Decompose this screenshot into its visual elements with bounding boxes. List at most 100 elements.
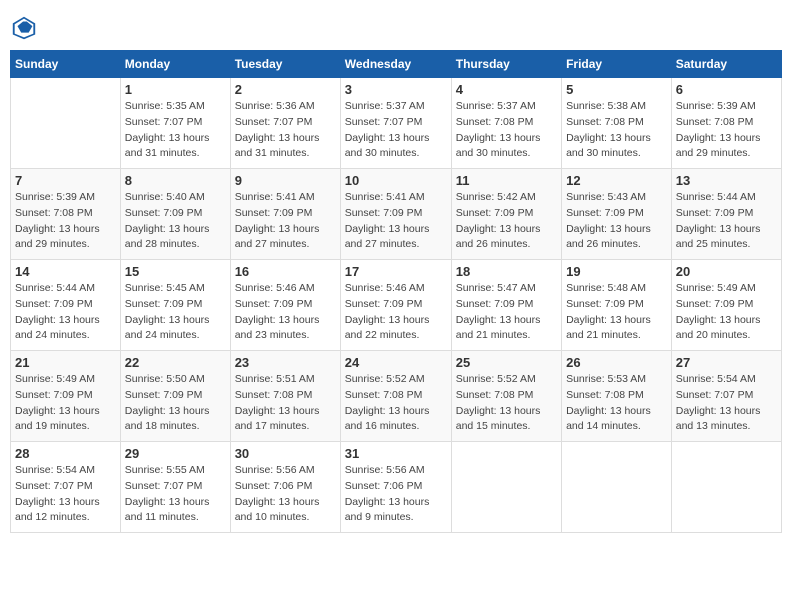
cell-info: Sunrise: 5:56 AMSunset: 7:06 PMDaylight:… (345, 463, 447, 526)
week-row-1: 1 Sunrise: 5:35 AMSunset: 7:07 PMDaylight… (11, 78, 782, 169)
day-number: 27 (676, 355, 777, 370)
cell-info: Sunrise: 5:44 AMSunset: 7:09 PMDaylight:… (15, 281, 116, 344)
cell-info: Sunrise: 5:49 AMSunset: 7:09 PMDaylight:… (15, 372, 116, 435)
day-cell (11, 78, 121, 169)
page-header (10, 10, 782, 42)
cell-info: Sunrise: 5:46 AMSunset: 7:09 PMDaylight:… (235, 281, 336, 344)
cell-info: Sunrise: 5:46 AMSunset: 7:09 PMDaylight:… (345, 281, 447, 344)
day-number: 10 (345, 173, 447, 188)
cell-info: Sunrise: 5:42 AMSunset: 7:09 PMDaylight:… (456, 190, 557, 253)
day-cell: 24 Sunrise: 5:52 AMSunset: 7:08 PMDayligh… (340, 351, 451, 442)
header-row: SundayMondayTuesdayWednesdayThursdayFrid… (11, 51, 782, 78)
day-number: 7 (15, 173, 116, 188)
cell-info: Sunrise: 5:50 AMSunset: 7:09 PMDaylight:… (125, 372, 226, 435)
week-row-2: 7 Sunrise: 5:39 AMSunset: 7:08 PMDaylight… (11, 169, 782, 260)
day-number: 2 (235, 82, 336, 97)
day-number: 14 (15, 264, 116, 279)
day-cell (562, 442, 672, 533)
day-cell: 3Sunrise: 5:37 AMSunset: 7:07 PMDaylight… (340, 78, 451, 169)
day-cell: 12 Sunrise: 5:43 AMSunset: 7:09 PMDayligh… (562, 169, 672, 260)
cell-info: Sunrise: 5:55 AMSunset: 7:07 PMDaylight:… (125, 463, 226, 526)
day-cell (671, 442, 781, 533)
cell-info: Sunrise: 5:44 AMSunset: 7:09 PMDaylight:… (676, 190, 777, 253)
day-number: 23 (235, 355, 336, 370)
day-number: 24 (345, 355, 447, 370)
day-number: 1 (125, 82, 226, 97)
day-cell: 20Sunrise: 5:49 AMSunset: 7:09 PMDayligh… (671, 260, 781, 351)
day-cell: 22 Sunrise: 5:50 AMSunset: 7:09 PMDayligh… (120, 351, 230, 442)
day-cell: 7 Sunrise: 5:39 AMSunset: 7:08 PMDaylight… (11, 169, 121, 260)
cell-info: Sunrise: 5:41 AMSunset: 7:09 PMDaylight:… (235, 190, 336, 253)
day-number: 6 (676, 82, 777, 97)
day-cell: 28Sunrise: 5:54 AMSunset: 7:07 PMDayligh… (11, 442, 121, 533)
day-number: 12 (566, 173, 667, 188)
col-header-thursday: Thursday (451, 51, 561, 78)
day-number: 5 (566, 82, 667, 97)
day-cell: 21Sunrise: 5:49 AMSunset: 7:09 PMDayligh… (11, 351, 121, 442)
day-cell: 16 Sunrise: 5:46 AMSunset: 7:09 PMDayligh… (230, 260, 340, 351)
cell-info: Sunrise: 5:43 AMSunset: 7:09 PMDaylight:… (566, 190, 667, 253)
day-number: 15 (125, 264, 226, 279)
day-cell: 9 Sunrise: 5:41 AMSunset: 7:09 PMDaylight… (230, 169, 340, 260)
day-cell: 14 Sunrise: 5:44 AMSunset: 7:09 PMDayligh… (11, 260, 121, 351)
day-number: 4 (456, 82, 557, 97)
day-number: 26 (566, 355, 667, 370)
day-cell: 6 Sunrise: 5:39 AMSunset: 7:08 PMDaylight… (671, 78, 781, 169)
logo (10, 14, 40, 42)
day-number: 9 (235, 173, 336, 188)
day-cell: 17 Sunrise: 5:46 AMSunset: 7:09 PMDayligh… (340, 260, 451, 351)
day-cell: 2 Sunrise: 5:36 AMSunset: 7:07 PMDaylight… (230, 78, 340, 169)
day-number: 16 (235, 264, 336, 279)
day-number: 30 (235, 446, 336, 461)
cell-info: Sunrise: 5:51 AMSunset: 7:08 PMDaylight:… (235, 372, 336, 435)
col-header-wednesday: Wednesday (340, 51, 451, 78)
cell-info: Sunrise: 5:52 AMSunset: 7:08 PMDaylight:… (456, 372, 557, 435)
day-cell: 10 Sunrise: 5:41 AMSunset: 7:09 PMDayligh… (340, 169, 451, 260)
cell-info: Sunrise: 5:53 AMSunset: 7:08 PMDaylight:… (566, 372, 667, 435)
day-cell: 4 Sunrise: 5:37 AMSunset: 7:08 PMDaylight… (451, 78, 561, 169)
cell-info: Sunrise: 5:47 AMSunset: 7:09 PMDaylight:… (456, 281, 557, 344)
cell-info: Sunrise: 5:52 AMSunset: 7:08 PMDaylight:… (345, 372, 447, 435)
day-cell (451, 442, 561, 533)
day-number: 18 (456, 264, 557, 279)
cell-info: Sunrise: 5:37 AMSunset: 7:08 PMDaylight:… (456, 99, 557, 162)
day-cell: 27Sunrise: 5:54 AMSunset: 7:07 PMDayligh… (671, 351, 781, 442)
day-cell: 13 Sunrise: 5:44 AMSunset: 7:09 PMDayligh… (671, 169, 781, 260)
day-cell: 31 Sunrise: 5:56 AMSunset: 7:06 PMDayligh… (340, 442, 451, 533)
day-number: 31 (345, 446, 447, 461)
cell-info: Sunrise: 5:38 AMSunset: 7:08 PMDaylight:… (566, 99, 667, 162)
week-row-3: 14 Sunrise: 5:44 AMSunset: 7:09 PMDayligh… (11, 260, 782, 351)
day-number: 25 (456, 355, 557, 370)
cell-info: Sunrise: 5:54 AMSunset: 7:07 PMDaylight:… (15, 463, 116, 526)
cell-info: Sunrise: 5:40 AMSunset: 7:09 PMDaylight:… (125, 190, 226, 253)
cell-info: Sunrise: 5:56 AMSunset: 7:06 PMDaylight:… (235, 463, 336, 526)
week-row-5: 28Sunrise: 5:54 AMSunset: 7:07 PMDayligh… (11, 442, 782, 533)
col-header-sunday: Sunday (11, 51, 121, 78)
day-number: 11 (456, 173, 557, 188)
cell-info: Sunrise: 5:39 AMSunset: 7:08 PMDaylight:… (15, 190, 116, 253)
day-number: 19 (566, 264, 667, 279)
day-cell: 11 Sunrise: 5:42 AMSunset: 7:09 PMDayligh… (451, 169, 561, 260)
week-row-4: 21Sunrise: 5:49 AMSunset: 7:09 PMDayligh… (11, 351, 782, 442)
day-number: 29 (125, 446, 226, 461)
day-cell: 29 Sunrise: 5:55 AMSunset: 7:07 PMDayligh… (120, 442, 230, 533)
day-cell: 19Sunrise: 5:48 AMSunset: 7:09 PMDayligh… (562, 260, 672, 351)
day-number: 20 (676, 264, 777, 279)
cell-info: Sunrise: 5:36 AMSunset: 7:07 PMDaylight:… (235, 99, 336, 162)
cell-info: Sunrise: 5:35 AMSunset: 7:07 PMDaylight:… (125, 99, 226, 162)
day-cell: 23 Sunrise: 5:51 AMSunset: 7:08 PMDayligh… (230, 351, 340, 442)
day-number: 17 (345, 264, 447, 279)
col-header-friday: Friday (562, 51, 672, 78)
day-cell: 26 Sunrise: 5:53 AMSunset: 7:08 PMDayligh… (562, 351, 672, 442)
day-number: 13 (676, 173, 777, 188)
day-cell: 25 Sunrise: 5:52 AMSunset: 7:08 PMDayligh… (451, 351, 561, 442)
cell-info: Sunrise: 5:45 AMSunset: 7:09 PMDaylight:… (125, 281, 226, 344)
day-cell: 8Sunrise: 5:40 AMSunset: 7:09 PMDaylight… (120, 169, 230, 260)
day-cell: 5 Sunrise: 5:38 AMSunset: 7:08 PMDaylight… (562, 78, 672, 169)
cell-info: Sunrise: 5:39 AMSunset: 7:08 PMDaylight:… (676, 99, 777, 162)
day-number: 22 (125, 355, 226, 370)
cell-info: Sunrise: 5:41 AMSunset: 7:09 PMDaylight:… (345, 190, 447, 253)
day-cell: 15 Sunrise: 5:45 AMSunset: 7:09 PMDayligh… (120, 260, 230, 351)
col-header-monday: Monday (120, 51, 230, 78)
day-cell: 30 Sunrise: 5:56 AMSunset: 7:06 PMDayligh… (230, 442, 340, 533)
